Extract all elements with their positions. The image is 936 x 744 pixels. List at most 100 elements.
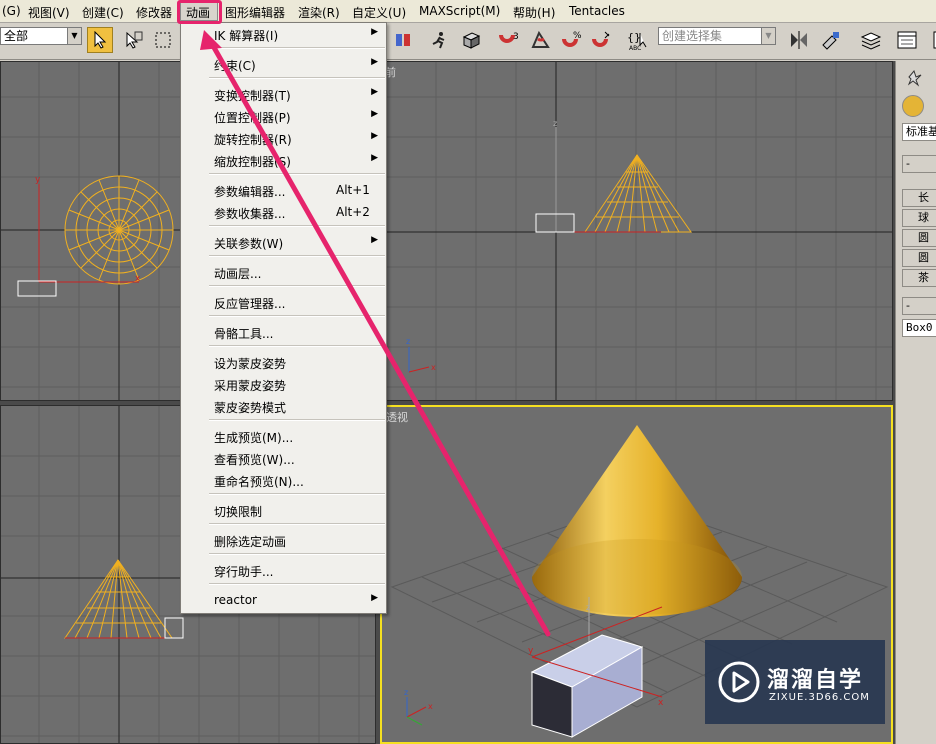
walk-button[interactable]	[426, 27, 452, 53]
menu-item-skin-pose-mode[interactable]: 蒙皮姿势模式	[181, 395, 386, 417]
create-tab[interactable]	[902, 65, 932, 89]
cone-front-wireframe[interactable]	[584, 154, 692, 233]
menu-separator	[209, 47, 385, 49]
menu-item-animation-layers[interactable]: 动画层...	[181, 261, 386, 283]
svg-text:y: y	[528, 646, 534, 656]
box-left-outline[interactable]	[164, 617, 184, 639]
menu-item-toggle-limits[interactable]: 切换限制	[181, 499, 386, 521]
menu-item-parameter-collector[interactable]: 参数收集器... Alt+2	[181, 201, 386, 223]
menu-maxscript[interactable]: MAXScript(M)	[419, 4, 500, 18]
box-front-outline[interactable]	[535, 213, 575, 233]
menu-item-parameter-editor[interactable]: 参数编辑器... Alt+1	[181, 179, 386, 201]
svg-text:y: y	[35, 175, 41, 185]
menu-item-transform-controllers[interactable]: 变换控制器(T) ▶	[181, 83, 386, 105]
viewport-perspective-label: 透视	[386, 411, 408, 424]
svg-text:z: z	[586, 603, 590, 612]
box-top-outline[interactable]	[17, 280, 57, 297]
cone-top-wireframe[interactable]	[64, 175, 174, 285]
select-object-button[interactable]	[87, 27, 113, 53]
menu-item-reaction-manager[interactable]: 反应管理器...	[181, 291, 386, 313]
primitive-box-button[interactable]: 长	[902, 189, 936, 207]
box-tool-button[interactable]	[458, 27, 484, 53]
snap-3d-button[interactable]: 3	[496, 27, 522, 53]
geometry-sphere-icon[interactable]	[902, 95, 924, 117]
menu-create[interactable]: 创建(C)	[82, 4, 124, 21]
menu-item-reactor[interactable]: reactor ▶	[181, 589, 386, 611]
menu-item-label: 切换限制	[214, 505, 263, 519]
align-button[interactable]	[818, 27, 844, 53]
menu-item-ik-solvers[interactable]: IK 解算器(I) ▶	[181, 23, 386, 45]
svg-text:z: z	[404, 688, 408, 697]
menu-modifiers[interactable]: 修改器	[136, 4, 172, 21]
menu-item-label: 反应管理器...	[214, 297, 286, 311]
named-selection-icon: {}ABC	[627, 31, 647, 51]
menu-item-view-preview[interactable]: 查看预览(W)...	[181, 447, 386, 469]
menu-item-scale-controllers[interactable]: 缩放控制器(S) ▶	[181, 149, 386, 171]
percent-snap-button[interactable]: %	[558, 27, 584, 53]
menu-rendering[interactable]: 渲染(R)	[298, 4, 340, 21]
menu-item-make-preview[interactable]: 生成预览(M)...	[181, 425, 386, 447]
menu-item-position-controllers[interactable]: 位置控制器(P) ▶	[181, 105, 386, 127]
menu-item-walkthrough-assistant[interactable]: 穿行助手...	[181, 559, 386, 581]
percent-snap-icon: %	[562, 31, 582, 47]
object-type-dropdown[interactable]: 标准基	[902, 123, 936, 141]
command-panel: 标准基 - 长 球 圆 圆 茶 - Box0	[895, 61, 936, 744]
rollout-collapse-2[interactable]: -	[902, 297, 936, 315]
submenu-arrow-icon: ▶	[371, 131, 378, 141]
rollout-collapse[interactable]: -	[902, 155, 936, 173]
layer-manager-button[interactable]	[858, 27, 884, 53]
edit-named-selection-button[interactable]: {} ABC	[626, 27, 652, 53]
menu-tentacles[interactable]: Tentacles	[569, 4, 625, 18]
object-name-field[interactable]: Box0	[902, 319, 936, 337]
menu-item-label: 位置控制器(P)	[214, 111, 291, 125]
submenu-arrow-icon: ▶	[371, 109, 378, 119]
menu-graph-editors[interactable]: 图形编辑器	[225, 4, 285, 21]
menu-item-rotation-controllers[interactable]: 旋转控制器(R) ▶	[181, 127, 386, 149]
menu-item-constraints[interactable]: 约束(C) ▶	[181, 53, 386, 75]
animation-menu: IK 解算器(I) ▶ 约束(C) ▶ 变换控制器(T) ▶ 位置控制器(P) ▶ 旋转…	[180, 22, 387, 614]
menu-item-shortcut: Alt+2	[336, 205, 370, 219]
primitive-sphere-button[interactable]: 球	[902, 209, 936, 227]
mirror-button[interactable]	[390, 27, 416, 53]
menu-item-wire-parameters[interactable]: 关联参数(W) ▶	[181, 231, 386, 253]
named-selection-set-dropdown[interactable]: 创建选择集 ▼	[658, 27, 776, 45]
menu-item-label: 删除选定动画	[214, 535, 287, 549]
primitive-teapot-button[interactable]: 茶	[902, 269, 936, 287]
spinner-snap-icon	[592, 31, 610, 47]
viewport-front[interactable]: 前 z zx	[380, 61, 893, 401]
menu-item-bone-tools[interactable]: 骨骼工具...	[181, 321, 386, 343]
menu-item-rename-preview[interactable]: 重命名预览(N)...	[181, 469, 386, 491]
menu-group[interactable]: (G)	[2, 4, 21, 18]
menu-highlight-box	[177, 0, 222, 24]
menu-item-set-skin-pose[interactable]: 设为蒙皮姿势	[181, 351, 386, 373]
axis-tripod-icon: zx	[404, 688, 433, 726]
mirror-axis-icon	[791, 31, 807, 49]
magnet-3-icon: 3	[499, 32, 519, 43]
play-logo-icon	[718, 661, 760, 703]
menu-item-label: 查看预览(W)...	[214, 453, 295, 467]
menu-views[interactable]: 视图(V)	[28, 4, 70, 21]
schematic-view-button[interactable]	[926, 27, 936, 53]
menu-help[interactable]: 帮助(H)	[513, 4, 555, 21]
curve-editor-button[interactable]	[894, 27, 920, 53]
menu-item-assume-skin-pose[interactable]: 采用蒙皮姿势	[181, 373, 386, 395]
layers-icon	[860, 32, 882, 50]
svg-text:x: x	[658, 698, 664, 708]
menu-customize[interactable]: 自定义(U)	[352, 4, 406, 21]
angle-snap-button[interactable]	[528, 27, 554, 53]
rectangular-selection-button[interactable]	[150, 27, 176, 53]
primitive-cone-button[interactable]: 圆	[902, 249, 936, 267]
menu-separator	[209, 77, 385, 79]
mirror-tool-button[interactable]	[786, 27, 812, 53]
primitive-cylinder-button[interactable]: 圆	[902, 229, 936, 247]
menu-item-label: 缩放控制器(S)	[214, 155, 291, 169]
select-by-name-button[interactable]	[120, 27, 146, 53]
menu-item-label: 蒙皮姿势模式	[214, 401, 287, 415]
spinner-snap-button[interactable]	[588, 27, 614, 53]
submenu-arrow-icon: ▶	[371, 87, 378, 97]
menu-item-delete-selected-animation[interactable]: 删除选定动画	[181, 529, 386, 551]
align-icon	[822, 32, 839, 50]
svg-text:3: 3	[513, 32, 519, 42]
mirror-icon	[396, 34, 410, 46]
selection-filter-dropdown[interactable]: 全部 ▼	[0, 27, 82, 45]
